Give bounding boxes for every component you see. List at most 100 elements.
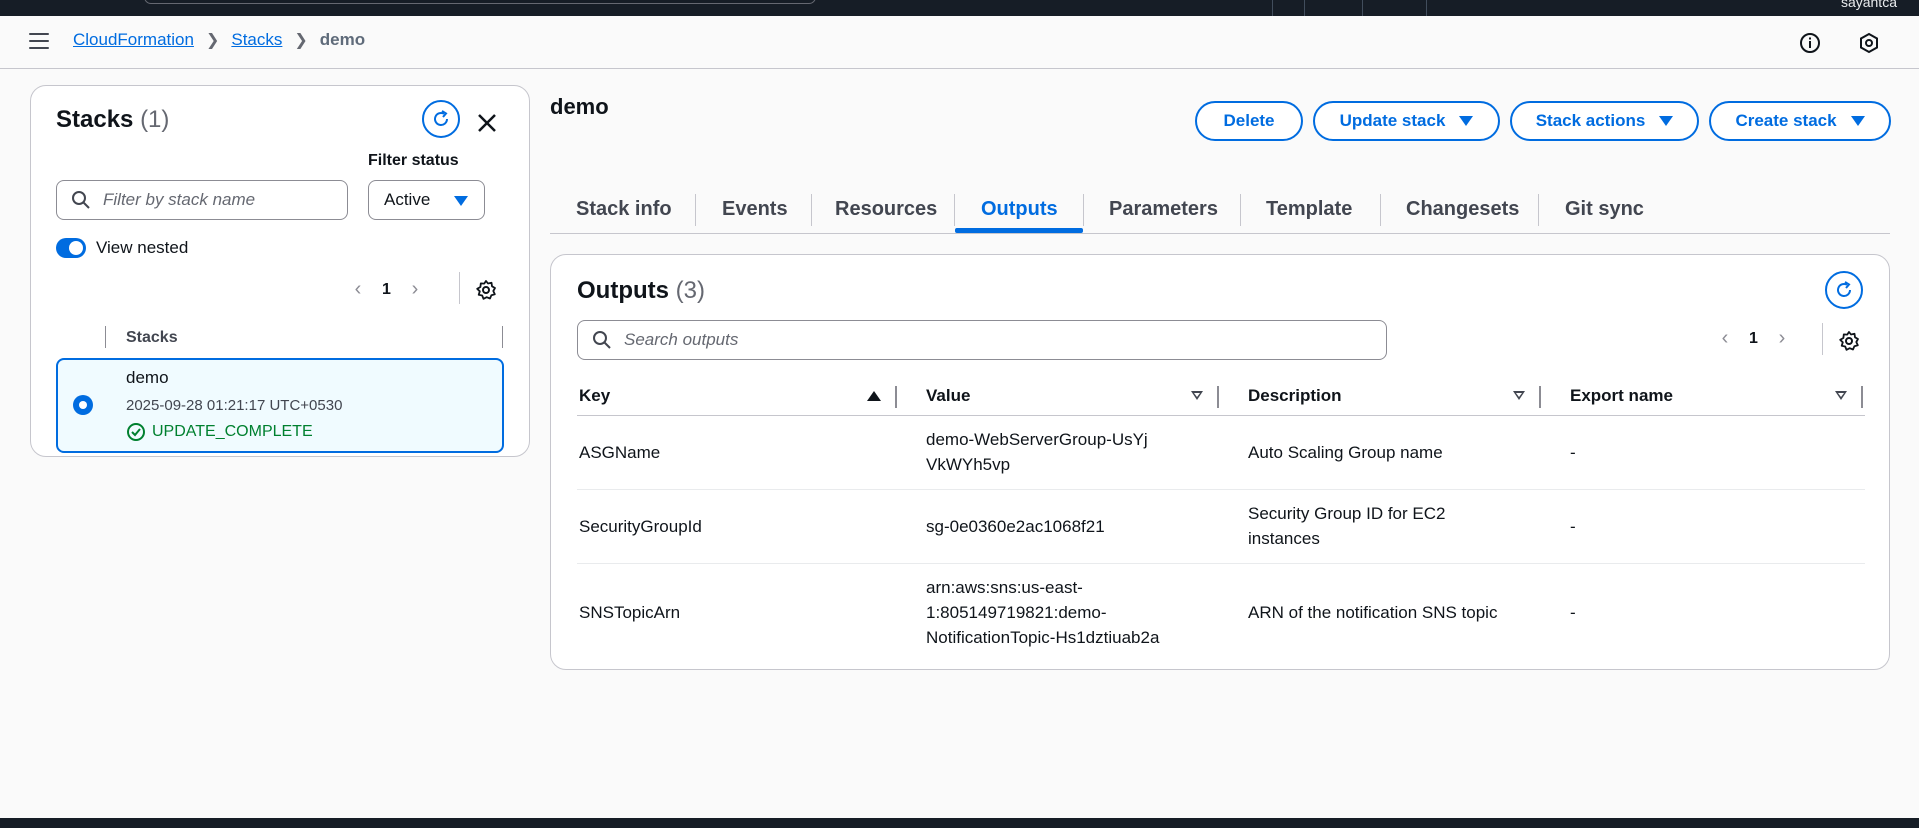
notifications-icon[interactable] xyxy=(1858,32,1880,54)
outputs-container: Outputs (3) Search outputs ‹ 1 › Key Val… xyxy=(550,254,1890,670)
prev-page-icon[interactable]: ‹ xyxy=(348,278,368,301)
breadcrumb-bar: CloudFormation ❯ Stacks ❯ demo xyxy=(0,16,1919,69)
topbar-divider xyxy=(1362,0,1363,16)
stack-actions-button[interactable]: Stack actions xyxy=(1510,101,1699,141)
tab-outputs[interactable]: Outputs xyxy=(981,186,1058,232)
delete-button[interactable]: Delete xyxy=(1195,101,1303,141)
table-row: ASGName demo-WebServerGroup-UsYjVkWYh5vp… xyxy=(577,415,1865,490)
output-description: ARN of the notification SNS topic xyxy=(1248,602,1498,622)
create-stack-button[interactable]: Create stack xyxy=(1709,101,1891,141)
output-export-name: - xyxy=(1543,415,1865,490)
output-export-name: - xyxy=(1570,602,1576,622)
output-key: ASGName xyxy=(577,415,899,490)
filter-status-select[interactable]: Active xyxy=(368,180,485,220)
sort-icon xyxy=(1835,391,1847,400)
prev-page-icon[interactable]: ‹ xyxy=(1715,327,1735,350)
outputs-table: Key Value Description Export name ASGNam… xyxy=(577,377,1865,661)
success-check-icon xyxy=(127,423,145,441)
column-header-value[interactable]: Value xyxy=(899,377,1221,416)
tab-git-sync[interactable]: Git sync xyxy=(1565,186,1644,232)
column-header-description[interactable]: Description xyxy=(1221,377,1543,416)
top-nav-bar: sayantca xyxy=(0,0,1919,16)
refresh-icon xyxy=(434,110,448,126)
output-value: demo-WebServerGroup-UsYjVkWYh5vp xyxy=(899,415,1221,490)
tab-changesets[interactable]: Changesets xyxy=(1406,186,1519,232)
column-header-key[interactable]: Key xyxy=(577,377,899,416)
page-title: demo xyxy=(550,94,609,119)
column-divider xyxy=(502,326,503,348)
topbar-divider xyxy=(1272,0,1273,16)
sort-icon xyxy=(1513,391,1525,400)
sort-icon xyxy=(1191,391,1203,400)
chevron-right-icon: ❯ xyxy=(294,32,308,49)
footer-bar xyxy=(0,818,1919,828)
outputs-pagination: ‹ 1 › xyxy=(1715,327,1792,350)
breadcrumb: CloudFormation ❯ Stacks ❯ demo xyxy=(73,30,365,50)
view-nested-label: View nested xyxy=(96,238,189,257)
tab-template[interactable]: Template xyxy=(1266,186,1352,232)
view-nested-toggle[interactable] xyxy=(56,238,86,258)
stacks-panel: Stacks (1) Filter status Filter by stack… xyxy=(30,85,530,457)
column-divider xyxy=(105,326,106,348)
caret-down-icon xyxy=(1659,116,1674,126)
settings-gear-icon[interactable] xyxy=(475,279,497,301)
output-key: SecurityGroupId xyxy=(577,489,899,564)
refresh-button[interactable] xyxy=(422,100,460,138)
sort-ascending-icon xyxy=(867,391,881,401)
topbar-divider xyxy=(1426,0,1427,16)
caret-down-icon xyxy=(1459,116,1474,126)
breadcrumb-stacks[interactable]: Stacks xyxy=(231,30,282,50)
table-header-row: Key Value Description Export name xyxy=(577,377,1865,416)
stacks-column-header: Stacks xyxy=(126,329,178,346)
stack-name: demo xyxy=(126,368,169,387)
page-number[interactable]: 1 xyxy=(1749,330,1758,348)
column-header-export-name[interactable]: Export name xyxy=(1543,377,1865,416)
outputs-title: Outputs (3) xyxy=(577,277,705,304)
stacks-pagination: ‹ 1 › xyxy=(348,278,425,301)
output-value: arn:aws:sns:us-east-1:805149719821:demo-… xyxy=(926,577,1160,647)
next-page-icon[interactable]: › xyxy=(405,278,425,301)
global-search-input[interactable] xyxy=(144,0,816,4)
account-menu[interactable]: sayantca xyxy=(1841,0,1897,10)
menu-icon[interactable] xyxy=(29,33,49,51)
output-description: Auto Scaling Group name xyxy=(1221,415,1543,490)
stack-filter-input[interactable]: Filter by stack name xyxy=(56,180,348,220)
output-description: Security Group ID for EC2 instances xyxy=(1221,489,1543,564)
divider xyxy=(459,272,460,304)
divider xyxy=(1822,323,1823,355)
next-page-icon[interactable]: › xyxy=(1772,327,1792,350)
tab-resources[interactable]: Resources xyxy=(835,186,937,232)
settings-gear-icon[interactable] xyxy=(1838,330,1860,352)
search-icon xyxy=(72,191,90,209)
breadcrumb-cloudformation[interactable]: CloudFormation xyxy=(73,30,194,50)
stack-detail-tabs: Stack info Events Resources Outputs Para… xyxy=(550,186,1890,234)
output-value: sg-0e0360e2ac1068f21 xyxy=(899,489,1221,564)
active-tab-indicator xyxy=(955,228,1083,233)
stack-list-item[interactable]: demo 2025-09-28 01:21:17 UTC+0530 UPDATE… xyxy=(56,358,504,453)
breadcrumb-current: demo xyxy=(319,30,366,49)
info-icon[interactable] xyxy=(1799,32,1821,54)
refresh-icon xyxy=(1837,281,1851,297)
table-row: SNSTopicArn arn:aws:sns:us-east-1:805149… xyxy=(577,563,1865,661)
search-icon xyxy=(593,331,611,349)
refresh-outputs-button[interactable] xyxy=(1825,271,1863,309)
output-export-name: - xyxy=(1543,489,1865,564)
stack-status: UPDATE_COMPLETE xyxy=(126,422,313,442)
caret-down-icon xyxy=(454,196,468,206)
update-stack-button[interactable]: Update stack xyxy=(1313,101,1500,141)
tab-parameters[interactable]: Parameters xyxy=(1109,186,1218,232)
tab-stack-info[interactable]: Stack info xyxy=(576,186,672,232)
topbar-divider xyxy=(1304,0,1305,16)
caret-down-icon xyxy=(1850,116,1865,126)
close-icon[interactable] xyxy=(474,110,500,136)
panel-title: Stacks (1) xyxy=(56,106,170,133)
output-key: SNSTopicArn xyxy=(579,602,681,622)
stack-timestamp: 2025-09-28 01:21:17 UTC+0530 xyxy=(126,397,343,414)
tab-events[interactable]: Events xyxy=(722,186,788,232)
stack-radio-selected[interactable] xyxy=(73,395,93,415)
search-outputs-input[interactable]: Search outputs xyxy=(577,320,1387,360)
page-number[interactable]: 1 xyxy=(382,281,391,299)
chevron-right-icon: ❯ xyxy=(205,32,220,49)
filter-status-label: Filter status xyxy=(368,152,459,169)
table-row: SecurityGroupId sg-0e0360e2ac1068f21 Sec… xyxy=(577,489,1865,564)
